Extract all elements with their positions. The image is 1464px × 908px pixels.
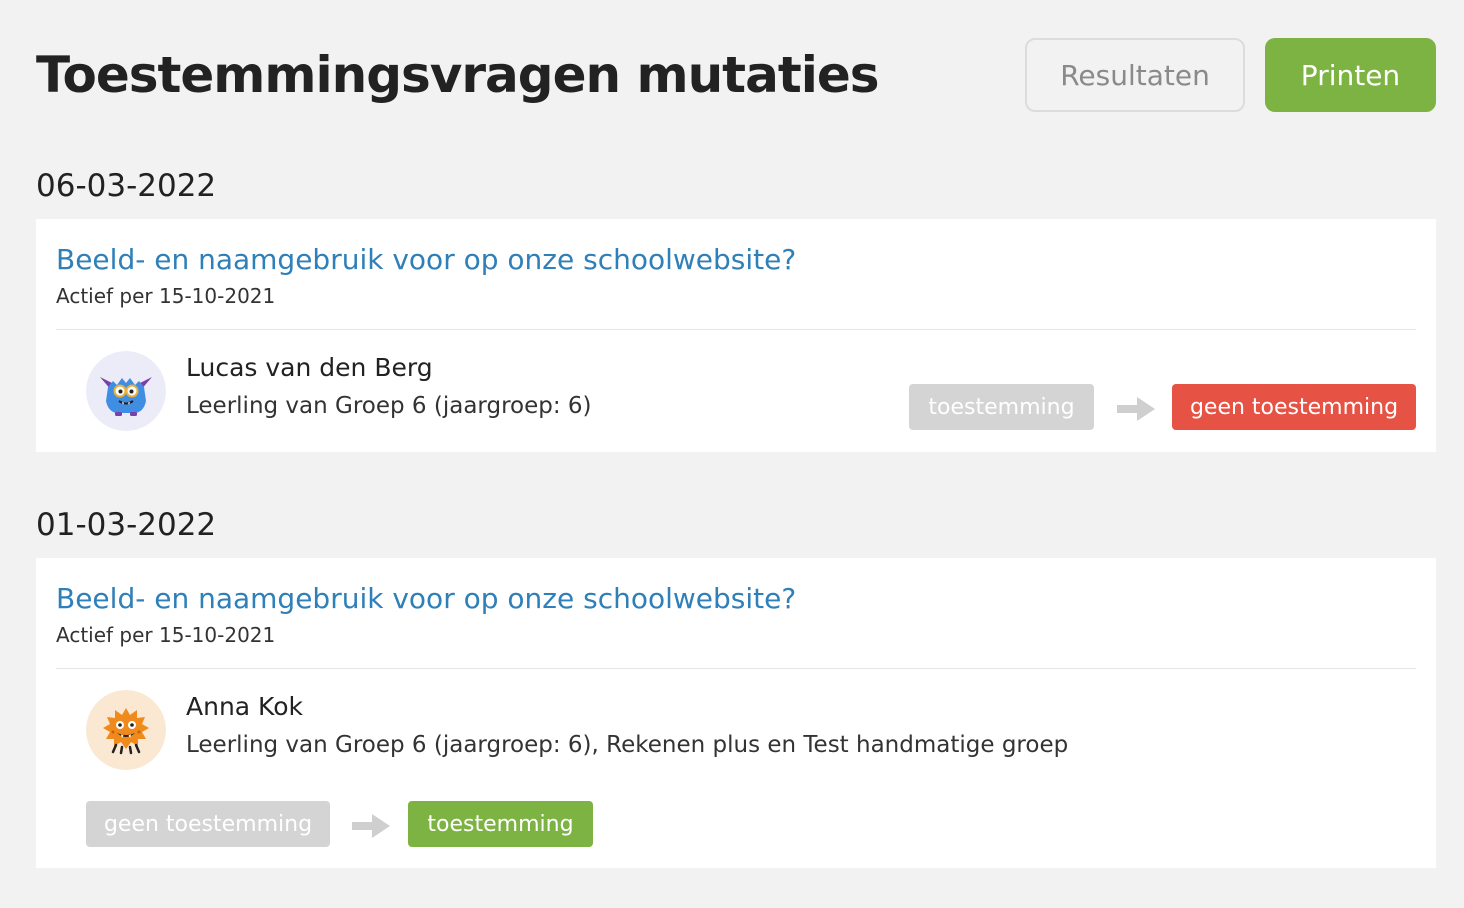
date-heading: 01-03-2022 [36,507,217,543]
arrow-right-icon [351,811,391,841]
card-divider [56,668,1416,669]
previous-status-badge: geen toestemming [86,801,330,847]
mutation-card: Beeld- en naamgebruik voor op onze schoo… [36,558,1436,868]
new-status-badge: toestemming [408,801,593,847]
card-divider [56,329,1416,330]
person-description: Leerling van Groep 6 (jaargroep: 6), Rek… [186,732,1069,758]
question-active-date: Actief per 15-10-2021 [56,623,276,647]
question-title-link[interactable]: Beeld- en naamgebruik voor op onze schoo… [56,580,796,618]
print-button[interactable]: Printen [1265,38,1436,112]
mutation-card: Beeld- en naamgebruik voor op onze schoo… [36,219,1436,452]
person-name: Anna Kok [186,692,303,721]
page-title: Toestemmingsvragen mutaties [36,46,880,104]
person-name: Lucas van den Berg [186,353,433,382]
person-description: Leerling van Groep 6 (jaargroep: 6) [186,393,592,419]
question-title-link[interactable]: Beeld- en naamgebruik voor op onze schoo… [56,241,796,279]
question-active-date: Actief per 15-10-2021 [56,284,276,308]
date-heading: 06-03-2022 [36,168,217,204]
orange-monster-avatar-icon [86,690,166,770]
blue-monster-avatar-icon [86,351,166,431]
arrow-right-icon [1116,394,1156,424]
new-status-badge: geen toestemming [1172,384,1416,430]
results-button[interactable]: Resultaten [1025,38,1245,112]
previous-status-badge: toestemming [909,384,1094,430]
